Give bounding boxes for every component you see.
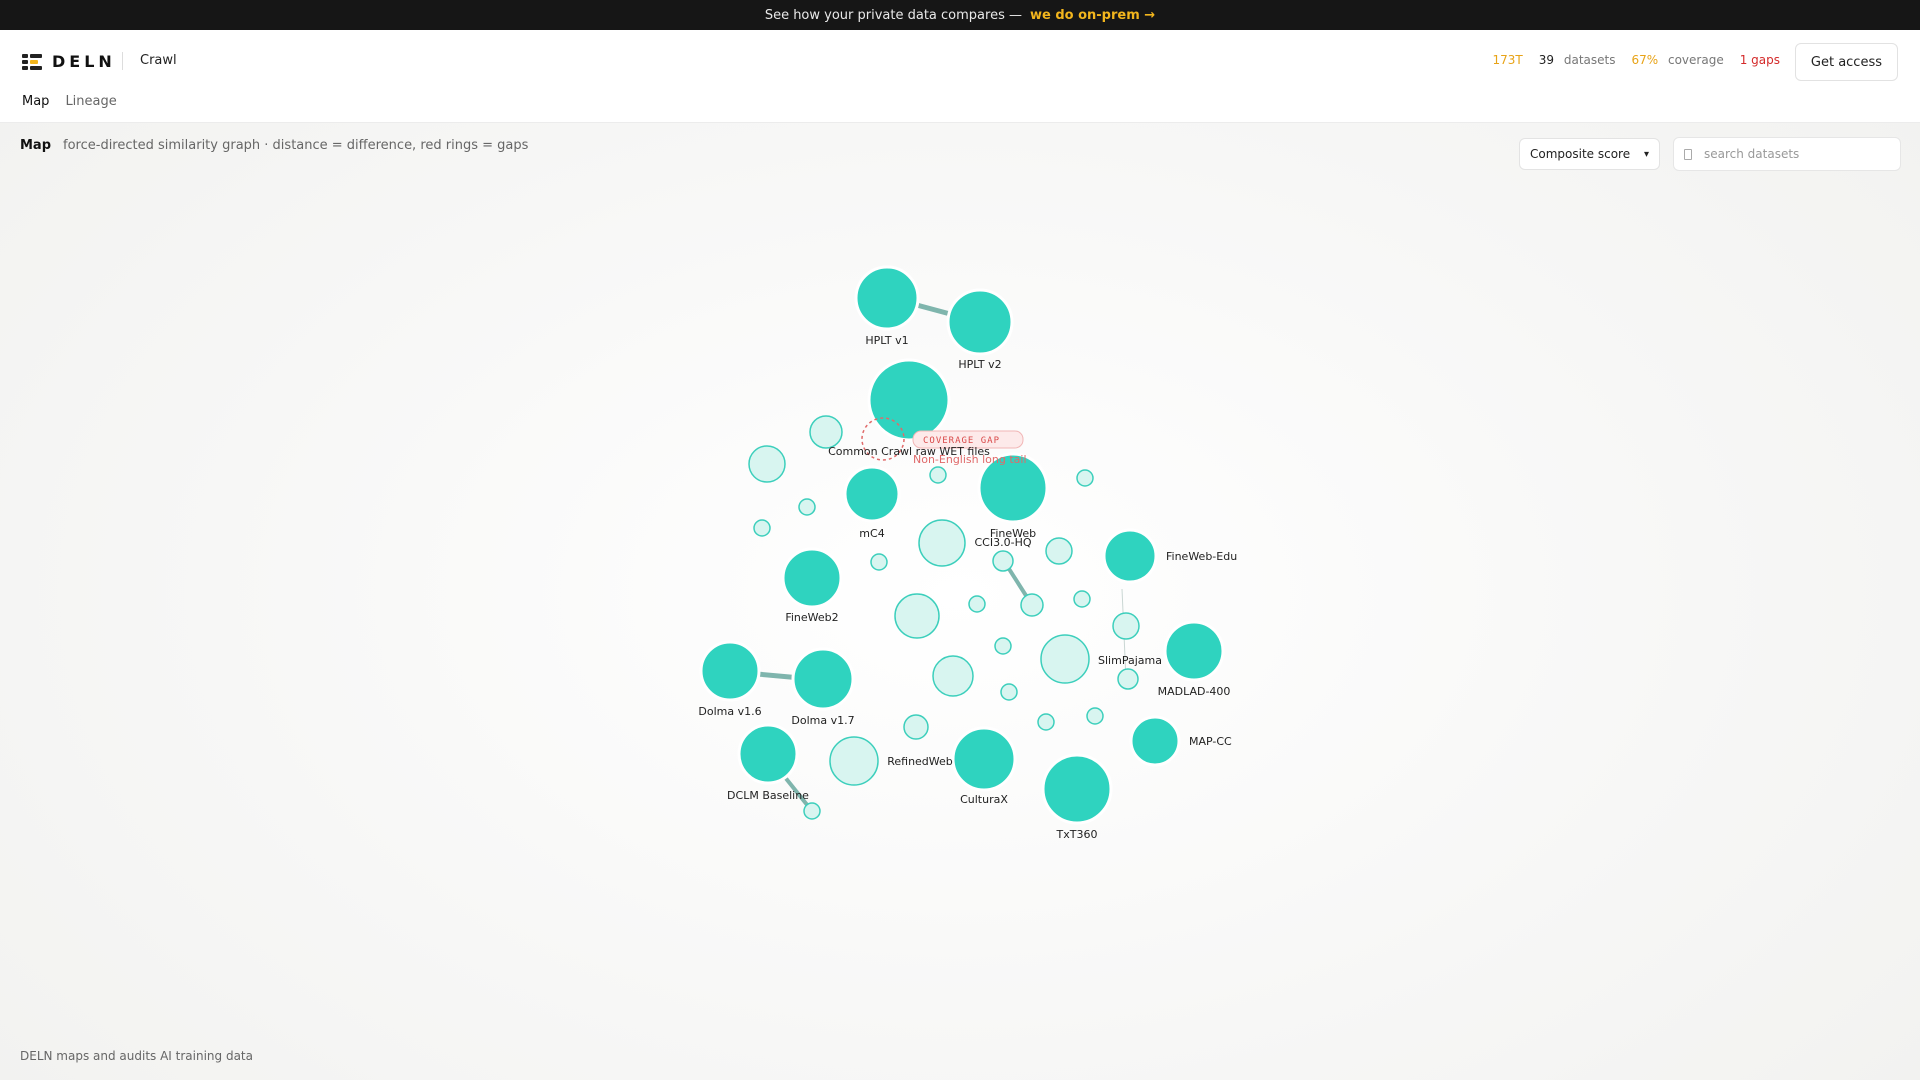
minor-node[interactable] [932, 655, 974, 697]
node-dclm-baseline[interactable] [737, 723, 799, 785]
minor-node[interactable] [803, 802, 821, 820]
minor-node[interactable] [903, 714, 929, 740]
label-slimpajama: SlimPajama [1098, 654, 1162, 667]
minor-node[interactable] [894, 593, 940, 639]
label-fineweb-edu: FineWeb-Edu [1166, 550, 1237, 563]
minor-node[interactable] [968, 595, 986, 613]
minor-node[interactable] [1045, 537, 1073, 565]
minor-node[interactable] [1037, 713, 1055, 731]
minor-node[interactable] [1086, 707, 1104, 725]
node-fineweb2[interactable] [781, 547, 843, 609]
minor-node[interactable] [992, 550, 1014, 572]
label-madlad-400: MADLAD-400 [1158, 685, 1231, 698]
label-common-crawl: Common Crawl raw WET files [828, 445, 990, 458]
minor-node[interactable] [870, 553, 888, 571]
node-common-crawl[interactable] [867, 358, 951, 442]
node-map-cc[interactable] [1129, 715, 1181, 767]
minor-node[interactable] [1112, 612, 1140, 640]
footer-text: DELN maps and audits AI training data [20, 1049, 253, 1063]
minor-node[interactable] [1076, 469, 1094, 487]
label-txt360: TxT360 [1056, 828, 1098, 841]
node-hplt-v2[interactable] [946, 288, 1014, 356]
node-mc4[interactable] [843, 465, 901, 523]
node-dolma-v1-7[interactable] [791, 647, 855, 711]
label-culturax: CulturaX [960, 793, 1008, 806]
minor-node[interactable] [1000, 683, 1018, 701]
minor-node[interactable] [929, 466, 947, 484]
minor-node[interactable] [798, 498, 816, 516]
label-refinedweb: RefinedWeb [887, 755, 953, 768]
label-dolma-v1-7: Dolma v1.7 [791, 714, 854, 727]
minor-node[interactable] [1073, 590, 1091, 608]
label-mc4: mC4 [859, 527, 884, 540]
minor-node[interactable] [753, 519, 771, 537]
minor-node[interactable] [994, 637, 1012, 655]
similarity-graph: COVERAGE GAP Non-English long tail HPLT … [698, 265, 1237, 841]
node-madlad-400[interactable] [1163, 620, 1225, 682]
minor-node[interactable] [1040, 634, 1090, 684]
label-hplt-v1: HPLT v1 [865, 334, 908, 347]
label-dolma-v1-6: Dolma v1.6 [698, 705, 761, 718]
label-fineweb2: FineWeb2 [785, 611, 838, 624]
minor-node[interactable] [748, 445, 786, 483]
label-hplt-v2: HPLT v2 [958, 358, 1001, 371]
minor-node[interactable] [1117, 668, 1139, 690]
minor-node[interactable] [1020, 593, 1044, 617]
label-dclm-baseline: DCLM Baseline [727, 789, 809, 802]
node-fineweb-edu[interactable] [1102, 528, 1158, 584]
node-hplt-v1[interactable] [854, 265, 920, 331]
node-dolma-v1-6[interactable] [699, 640, 761, 702]
minor-node[interactable] [809, 415, 843, 449]
label-map-cc: MAP-CC [1189, 735, 1232, 748]
node-txt360[interactable] [1041, 753, 1113, 825]
node-culturax[interactable] [951, 726, 1017, 792]
minor-node[interactable] [829, 736, 879, 786]
minor-node[interactable] [918, 519, 966, 567]
label-cci3: CCI3.0-HQ [975, 536, 1032, 549]
